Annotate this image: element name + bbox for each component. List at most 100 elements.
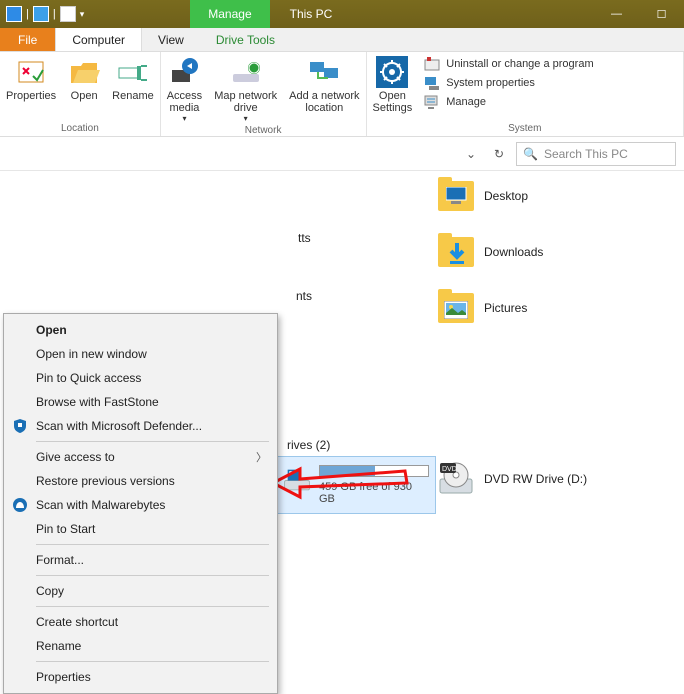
rename-label: Rename [112,90,154,102]
drive-usage-bar [319,465,429,477]
folder-label: Downloads [484,245,543,259]
window-title: This PC [290,7,333,21]
open-settings-label: Open Settings [373,90,413,114]
title-bar: | | ▾ Manage This PC — ☐ [0,0,684,28]
address-bar-row: ⌄ ↻ 🔍 Search This PC [0,137,684,171]
properties-label: Properties [6,90,56,102]
menu-scan-malwarebytes[interactable]: Scan with Malwarebytes [6,493,275,517]
open-settings-button[interactable]: Open Settings [367,52,419,121]
content-area: tts nts Desktop Downloads Pictures rives… [0,171,684,538]
menu-label: Give access to [36,450,115,464]
tab-computer[interactable]: Computer [55,28,142,51]
menu-separator [36,441,269,442]
group-label-network: Network [161,123,366,138]
menu-format[interactable]: Format... [6,548,275,572]
svg-text:DVD: DVD [442,466,457,473]
menu-open-new-window[interactable]: Open in new window [6,342,275,366]
map-drive-label: Map network drive [214,90,277,114]
folder-icon [438,181,474,211]
open-label: Open [71,90,98,102]
menu-scan-defender[interactable]: Scan with Microsoft Defender... [6,414,275,438]
rename-button[interactable]: Rename [106,52,160,121]
folder-icon [438,237,474,267]
folder-label: Pictures [484,301,527,315]
menu-pin-quick-access[interactable]: Pin to Quick access [6,366,275,390]
folder-desktop[interactable]: Desktop [438,181,543,211]
menu-label: Scan with Microsoft Defender... [36,419,202,433]
qat-page-icon[interactable] [60,6,76,22]
folder-label: Desktop [484,189,528,203]
qat-icon-2[interactable] [33,6,49,22]
chevron-down-icon: ▾ [182,114,186,123]
ribbon-tabs: File Computer View Drive Tools [0,28,684,52]
menu-give-access[interactable]: Give access to 〉 [6,445,275,469]
add-location-label: Add a network location [289,90,359,114]
menu-rename[interactable]: Rename [6,634,275,658]
menu-separator [36,544,269,545]
refresh-button[interactable]: ↻ [488,143,510,165]
map-drive-button[interactable]: Map network drive▾ [208,52,283,123]
tab-view[interactable]: View [142,28,200,51]
search-icon: 🔍 [523,147,538,161]
add-location-button[interactable]: Add a network location [283,52,365,123]
manage-button[interactable]: Manage [424,94,593,110]
menu-properties[interactable]: Properties [6,665,275,689]
qat-separator-2: | [53,8,56,20]
group-label-location: Location [0,121,160,136]
address-dropdown-button[interactable]: ⌄ [460,143,482,165]
malwarebytes-icon [12,497,28,513]
menu-browse-faststone[interactable]: Browse with FastStone [6,390,275,414]
ribbon: Properties Open Rename Location Access m… [0,52,684,137]
qat-explorer-icon[interactable] [6,6,22,22]
drive-info: 459 GB free of 930 GB [319,461,429,505]
ribbon-group-network: Access media▾ Map network drive▾ Add a n… [161,52,367,136]
group-label-system: System [367,121,684,136]
uninstall-program-button[interactable]: Uninstall or change a program [424,56,593,72]
menu-pin-start[interactable]: Pin to Start [6,517,275,541]
menu-create-shortcut[interactable]: Create shortcut [6,610,275,634]
chevron-down-icon[interactable]: ▾ [80,9,85,20]
tab-drive-tools[interactable]: Drive Tools [200,28,291,51]
folders-column: Desktop Downloads Pictures [438,181,543,323]
system-properties-button[interactable]: System properties [424,75,593,91]
peek-fragment-2: nts [296,289,312,303]
menu-separator [36,606,269,607]
drive-d-item[interactable]: DVD DVD RW Drive (D:) [438,461,587,497]
properties-button[interactable]: Properties [0,52,62,121]
menu-restore-versions[interactable]: Restore previous versions [6,469,275,493]
manage-label: Manage [446,96,486,108]
search-input[interactable]: 🔍 Search This PC [516,142,676,166]
drive-c-item[interactable]: 459 GB free of 930 GB [276,456,436,514]
menu-separator [36,575,269,576]
access-media-button[interactable]: Access media▾ [161,52,208,123]
quick-access-toolbar: | | ▾ [0,6,90,22]
chevron-down-icon: ▾ [244,114,248,123]
drive-d-label: DVD RW Drive (D:) [484,472,587,486]
uninstall-label: Uninstall or change a program [446,58,593,70]
file-tab[interactable]: File [0,28,55,51]
context-menu: Open Open in new window Pin to Quick acc… [3,313,278,694]
maximize-button[interactable]: ☐ [639,0,684,28]
submenu-arrow-icon: 〉 [256,449,267,465]
menu-open[interactable]: Open [6,318,275,342]
menu-separator [36,661,269,662]
drive-free-text: 459 GB free of 930 GB [319,481,429,505]
ribbon-group-location: Properties Open Rename Location [0,52,161,136]
folder-downloads[interactable]: Downloads [438,237,543,267]
search-placeholder: Search This PC [544,147,628,161]
open-button[interactable]: Open [62,52,106,121]
folder-pictures[interactable]: Pictures [438,293,543,323]
system-properties-label: System properties [446,77,535,89]
menu-label: Scan with Malwarebytes [36,498,165,512]
defender-icon [12,418,28,434]
qat-separator: | [26,8,29,20]
drives-section-header[interactable]: rives (2) [287,438,330,452]
system-list: Uninstall or change a program System pro… [418,52,599,121]
menu-copy[interactable]: Copy [6,579,275,603]
window-controls: — ☐ [594,0,684,28]
contextual-tab-manage[interactable]: Manage [190,0,269,28]
ribbon-group-system: Open Settings Uninstall or change a prog… [367,52,684,136]
peek-fragment-1: tts [298,231,311,245]
dvd-drive-icon: DVD [438,461,474,497]
minimize-button[interactable]: — [594,0,639,28]
